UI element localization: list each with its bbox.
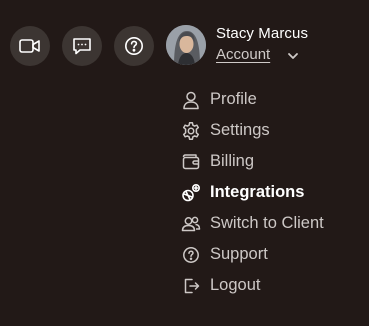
chevron-down-icon[interactable]: [286, 49, 300, 63]
menu-item-label: Integrations: [210, 183, 305, 201]
menu-item-label: Profile: [210, 90, 257, 108]
menu-item-support[interactable]: Support: [180, 239, 360, 270]
menu-item-settings[interactable]: Settings: [180, 115, 360, 146]
menu-item-integrations[interactable]: Integrations: [180, 177, 360, 208]
user-icon: [180, 89, 202, 111]
menu-item-switch-to-client[interactable]: Switch to Client: [180, 208, 360, 239]
gear-icon: [180, 120, 202, 142]
help-button[interactable]: [114, 26, 154, 66]
video-camera-icon: [19, 37, 41, 55]
menu-item-label: Switch to Client: [210, 214, 324, 232]
menu-item-logout[interactable]: Logout: [180, 270, 360, 301]
wallet-icon: [180, 151, 202, 173]
menu-item-label: Billing: [210, 152, 255, 170]
video-call-button[interactable]: [10, 26, 50, 66]
chat-button[interactable]: [62, 26, 102, 66]
account-link[interactable]: Account: [216, 46, 270, 63]
menu-item-profile[interactable]: Profile: [180, 84, 360, 115]
integrations-icon: [180, 182, 202, 204]
menu-item-label: Settings: [210, 121, 270, 139]
logout-icon: [180, 275, 202, 297]
menu-item-label: Support: [210, 245, 268, 263]
user-name: Stacy Marcus: [216, 25, 309, 42]
chat-icon: [72, 36, 92, 56]
account-menu: Profile Settings Billing Integrations Sw…: [180, 84, 360, 301]
menu-item-billing[interactable]: Billing: [180, 146, 360, 177]
avatar[interactable]: [166, 25, 206, 65]
menu-item-label: Logout: [210, 276, 261, 294]
top-toolbar: [10, 25, 166, 67]
help-circle-icon: [180, 244, 202, 266]
users-icon: [180, 213, 202, 235]
help-icon: [124, 36, 144, 56]
